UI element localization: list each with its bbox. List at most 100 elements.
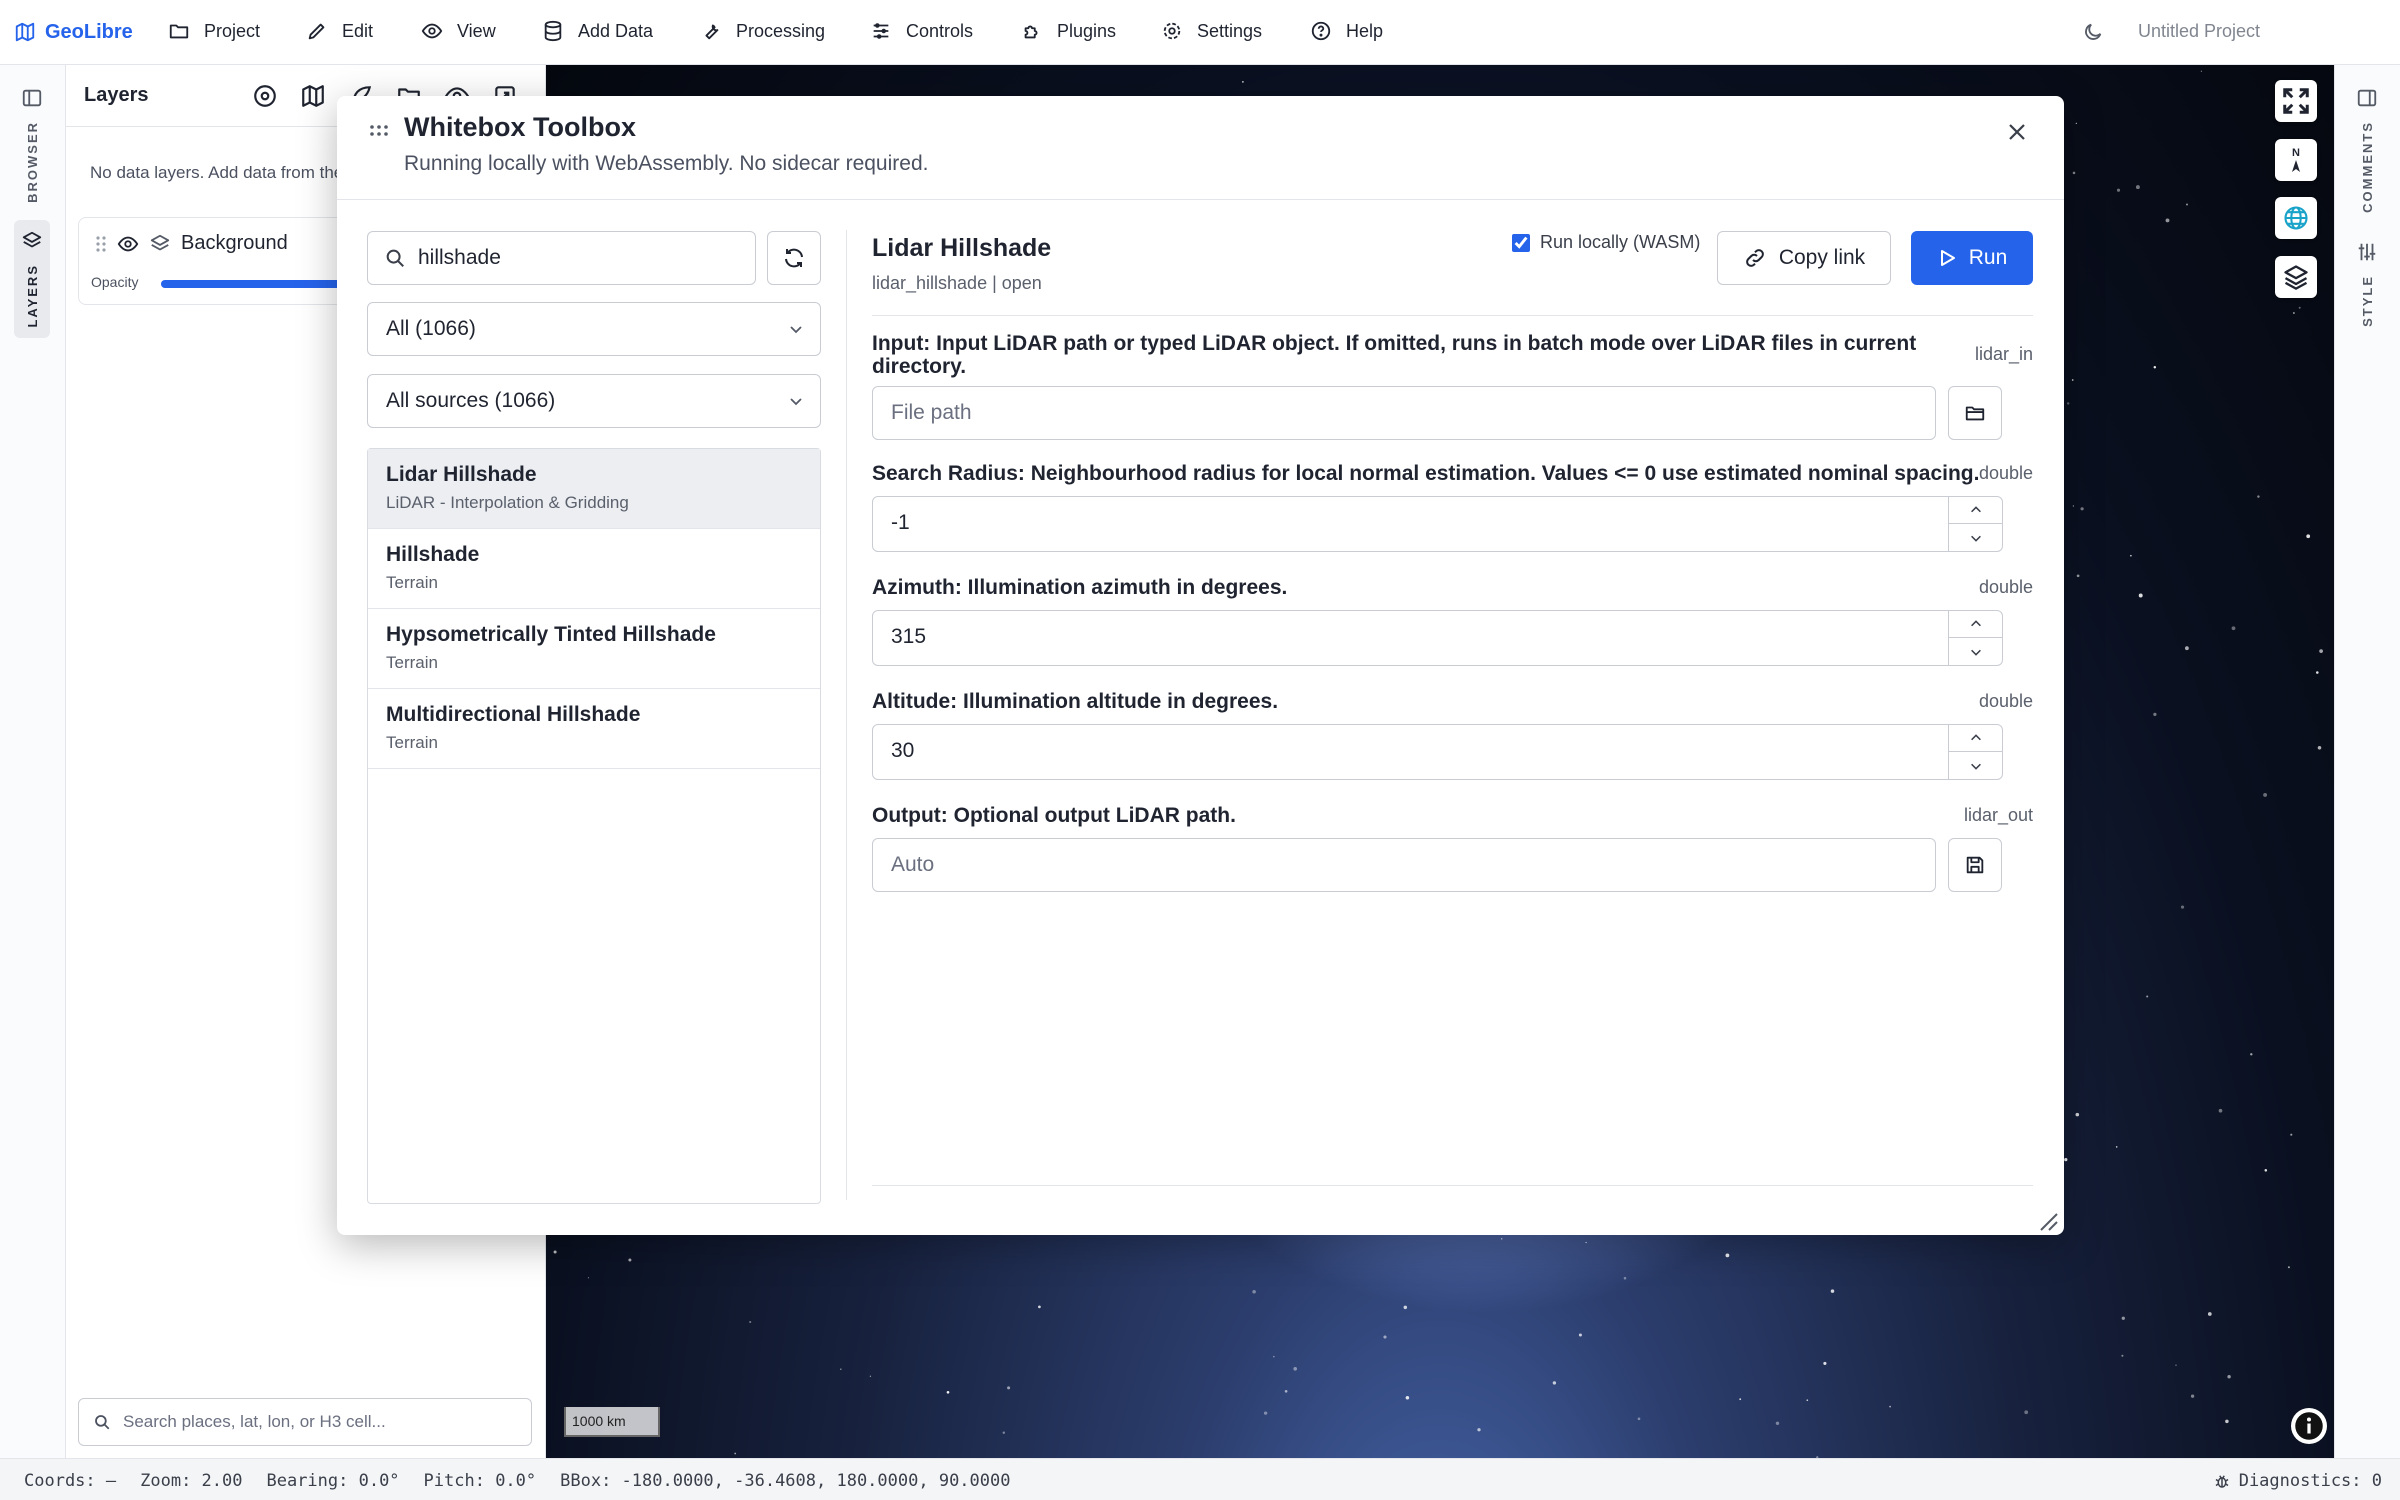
tool-list-item-lidar-hillshade[interactable]: Lidar Hillshade LiDAR - Interpolation & … xyxy=(368,449,820,529)
tool-name: Lidar Hillshade xyxy=(386,463,537,486)
help-circle-icon xyxy=(1310,20,1332,42)
resize-grip-icon[interactable] xyxy=(2037,1210,2059,1232)
tool-list-item-hypsometric-hillshade[interactable]: Hypsometrically Tinted Hillshade Terrain xyxy=(368,609,820,689)
decrement-button[interactable] xyxy=(1949,524,2002,551)
brand[interactable]: GeoLibre xyxy=(14,21,133,44)
layer-control-button[interactable] xyxy=(2275,256,2317,298)
fullscreen-button[interactable] xyxy=(2275,80,2317,122)
output-path-input[interactable] xyxy=(891,853,1935,877)
tool-search-input[interactable] xyxy=(418,246,738,270)
tab-layers[interactable]: LAYERS xyxy=(14,220,50,338)
menu-processing[interactable]: Processing xyxy=(700,20,825,42)
run-locally-toggle[interactable]: Run locally (WASM) xyxy=(1512,232,1700,253)
drag-grip-icon[interactable] xyxy=(369,124,389,138)
star xyxy=(1007,1386,1011,1390)
place-search-input[interactable] xyxy=(123,1412,503,1432)
menu-project[interactable]: Project xyxy=(168,20,260,42)
layer-visibility-eye-icon[interactable] xyxy=(117,233,139,255)
star xyxy=(1038,1305,1041,1309)
star xyxy=(1806,1399,1809,1402)
tab-comments-label: COMMENTS xyxy=(2359,121,2375,213)
param-altitude-type: double xyxy=(1978,691,2033,711)
star xyxy=(2121,1354,2124,1357)
tool-list-item-hillshade[interactable]: Hillshade Terrain xyxy=(368,529,820,609)
star xyxy=(946,1390,950,1394)
tool-search-box xyxy=(367,231,756,285)
star xyxy=(1830,1289,1835,1293)
run-button[interactable]: Run xyxy=(1911,231,2033,285)
tab-style[interactable]: STYLE xyxy=(2349,241,2385,327)
diagnostics-indicator[interactable]: Diagnostics: 0 xyxy=(2213,1471,2382,1491)
menu-help[interactable]: Help xyxy=(1310,20,1383,42)
menu-add-data-label: Add Data xyxy=(578,20,654,41)
dialog-close-button[interactable] xyxy=(2001,116,2033,148)
altitude-input[interactable] xyxy=(891,739,1891,763)
chevron-down-icon xyxy=(1969,759,1983,773)
column-divider xyxy=(846,230,847,1200)
menu-settings[interactable]: Settings xyxy=(1161,20,1262,42)
menu-edit[interactable]: Edit xyxy=(306,20,373,42)
param-azimuth-type: double xyxy=(1978,577,2033,597)
star xyxy=(2135,185,2140,190)
param-radius-type: double xyxy=(1978,463,2033,483)
run-locally-checkbox[interactable] xyxy=(1512,233,1530,252)
bug-icon xyxy=(2213,1472,2231,1490)
tool-list-item-multidirectional-hillshade[interactable]: Multidirectional Hillshade Terrain xyxy=(368,689,820,769)
tool-name: Multidirectional Hillshade xyxy=(386,703,641,726)
star xyxy=(2024,1410,2029,1415)
drag-handle-icon[interactable] xyxy=(95,234,107,254)
source-filter-select[interactable]: All sources (1066) xyxy=(367,374,821,428)
footer-divider xyxy=(872,1185,2033,1186)
param-input-type: lidar_in xyxy=(1974,344,2033,364)
star xyxy=(2293,312,2295,314)
category-filter-select[interactable]: All (1066) xyxy=(367,302,821,356)
star xyxy=(2165,218,2170,223)
menu-add-data[interactable]: Add Data xyxy=(542,20,653,42)
star xyxy=(2200,70,2203,72)
search-radius-input[interactable] xyxy=(891,511,1891,535)
compass-button[interactable]: N xyxy=(2275,139,2317,181)
star xyxy=(2190,1394,2195,1398)
menu-plugins[interactable]: Plugins xyxy=(1021,20,1116,42)
increment-button[interactable] xyxy=(1949,725,2002,752)
star xyxy=(2316,671,2319,674)
tab-comments[interactable]: COMMENTS xyxy=(2349,87,2385,213)
refresh-tools-button[interactable] xyxy=(767,231,821,285)
tab-browser[interactable]: BROWSER xyxy=(14,87,50,203)
altitude-stepper xyxy=(1948,725,2002,779)
star xyxy=(628,1258,632,1262)
star xyxy=(553,1250,557,1254)
star xyxy=(2257,495,2260,498)
brand-name: GeoLibre xyxy=(45,20,133,43)
save-output-button[interactable] xyxy=(1948,838,2002,892)
decrement-button[interactable] xyxy=(1949,638,2002,665)
whitebox-toolbox-dialog: Whitebox Toolbox Running locally with We… xyxy=(337,96,2064,1235)
star xyxy=(1252,1290,1256,1294)
menu-controls[interactable]: Controls xyxy=(870,20,973,42)
increment-button[interactable] xyxy=(1949,497,2002,524)
star xyxy=(1284,1389,1288,1393)
eye-icon xyxy=(421,20,443,42)
decrement-button[interactable] xyxy=(1949,752,2002,779)
chevron-down-icon xyxy=(788,321,804,337)
azimuth-input[interactable] xyxy=(891,625,1891,649)
menu-edit-label: Edit xyxy=(342,20,374,41)
star xyxy=(1889,1405,1891,1408)
theme-toggle-moon-icon[interactable] xyxy=(2082,21,2104,43)
browse-input-button[interactable] xyxy=(1948,386,2002,440)
attribution-button[interactable] xyxy=(2291,1408,2327,1444)
increment-button[interactable] xyxy=(1949,611,2002,638)
map-layer-icon[interactable] xyxy=(300,83,326,109)
basemap-icon[interactable] xyxy=(252,83,278,109)
run-label: Run xyxy=(1968,246,2008,269)
database-icon xyxy=(542,20,564,42)
star xyxy=(1578,1333,1582,1337)
star xyxy=(2130,554,2132,557)
star xyxy=(2180,905,2185,909)
layers-empty-message: No data layers. Add data from the xyxy=(90,163,344,182)
menu-view[interactable]: View xyxy=(421,20,496,42)
globe-projection-button[interactable] xyxy=(2275,197,2317,239)
input-path-input[interactable] xyxy=(891,401,1935,425)
copy-link-button[interactable]: Copy link xyxy=(1717,231,1891,285)
status-bearing: Bearing: 0.0° xyxy=(266,1471,400,1491)
